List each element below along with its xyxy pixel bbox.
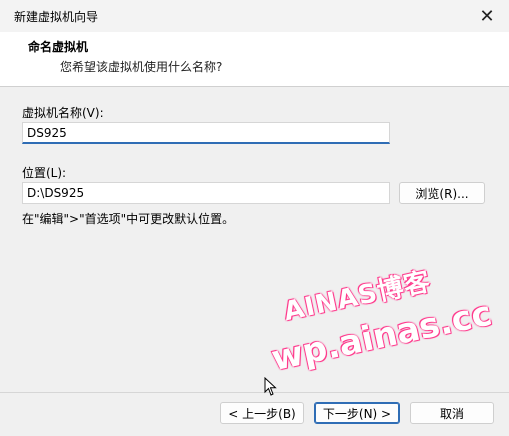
window-title: 新建虚拟机向导	[14, 10, 99, 24]
close-icon[interactable]: ✕	[475, 4, 499, 28]
browse-button[interactable]: 浏览(R)...	[399, 182, 485, 204]
title-bar: 新建虚拟机向导 ✕	[0, 0, 509, 32]
wizard-header: 命名虚拟机 您希望该虚拟机使用什么名称?	[0, 32, 509, 87]
location-label: 位置(L):	[22, 166, 67, 180]
page-subtitle: 您希望该虚拟机使用什么名称?	[60, 60, 223, 74]
cancel-button[interactable]: 取消	[410, 402, 494, 424]
location-hint: 在"编辑">"首选项"中可更改默认位置。	[22, 212, 235, 226]
mouse-cursor-icon	[264, 377, 277, 396]
footer-divider	[0, 392, 509, 393]
vm-name-label: 虚拟机名称(V):	[22, 106, 104, 120]
location-input[interactable]: D:\DS925	[22, 182, 390, 204]
page-title: 命名虚拟机	[28, 40, 89, 54]
back-button[interactable]: < 上一步(B)	[220, 402, 304, 424]
next-button[interactable]: 下一步(N) >	[314, 402, 400, 424]
vm-name-input[interactable]: DS925	[22, 122, 390, 144]
